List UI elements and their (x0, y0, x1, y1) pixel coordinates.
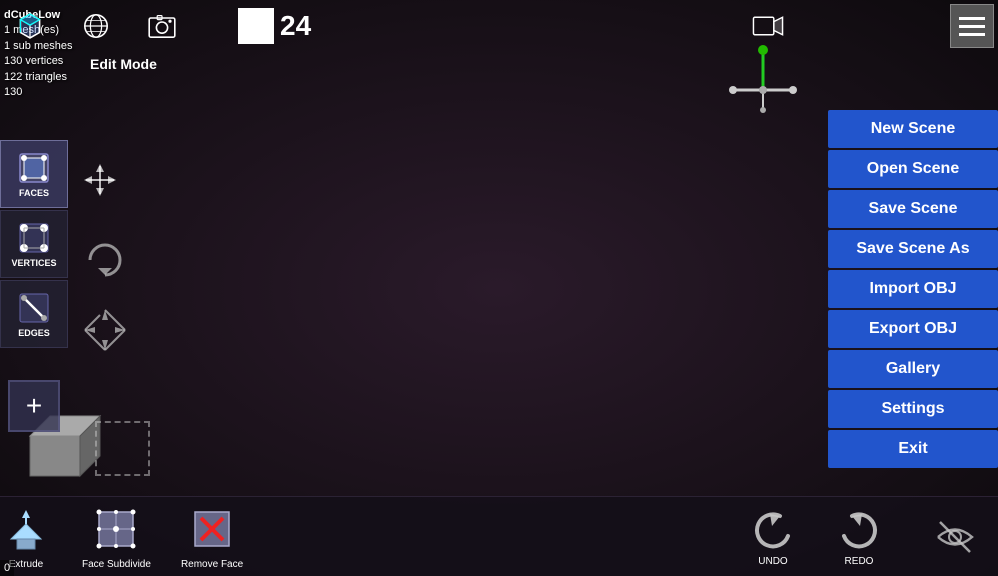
hamburger-line-1 (959, 17, 985, 20)
export-obj-button[interactable]: Export OBJ (828, 310, 998, 348)
bottom-toolbar: Extrude Face Su (0, 496, 998, 576)
vertices-tool[interactable]: VERTICES (0, 210, 68, 278)
edges-tool[interactable]: EDGES (0, 280, 68, 348)
redo-button[interactable]: REDO (836, 506, 882, 567)
frame-counter: 24 (238, 8, 311, 44)
extra-count: 130 (4, 85, 72, 100)
undo-label: UNDO (758, 556, 787, 567)
rotate-handle-button[interactable] (75, 230, 135, 290)
save-scene-as-button[interactable]: Save Scene As (828, 230, 998, 268)
save-scene-button[interactable]: Save Scene (828, 190, 998, 228)
frame-number: 24 (280, 10, 311, 42)
remove-face-icon (186, 503, 238, 555)
import-obj-button[interactable]: Import OBJ (828, 270, 998, 308)
coord-value: 0 (4, 562, 10, 574)
right-menu-panel: New Scene Open Scene Save Scene Save Sce… (828, 110, 998, 468)
visibility-toggle-button[interactable] (932, 514, 978, 560)
face-subdivide-label: Face Subdivide (82, 559, 151, 570)
settings-button[interactable]: Settings (828, 390, 998, 428)
top-toolbar: 24 (0, 0, 998, 52)
navigation-cube[interactable] (713, 45, 813, 125)
coordinate-display: 0 (0, 560, 14, 576)
faces-label: FACES (19, 188, 49, 198)
viewport[interactable]: dCubeLow 1 mesh(es) 1 sub meshes 130 ver… (0, 0, 998, 576)
edit-mode-label: Edit Mode (90, 56, 157, 72)
hamburger-menu-button[interactable] (950, 4, 994, 48)
open-scene-button[interactable]: Open Scene (828, 150, 998, 188)
undo-button[interactable]: UNDO (750, 506, 796, 567)
globe-icon-button[interactable] (76, 6, 116, 46)
edges-label: EDGES (18, 328, 50, 338)
face-subdivide-icon (90, 503, 142, 555)
hamburger-line-3 (959, 33, 985, 36)
remove-face-label: Remove Face (181, 559, 243, 570)
hamburger-line-2 (959, 25, 985, 28)
extrude-icon (0, 503, 52, 555)
add-button[interactable]: + (8, 380, 60, 432)
video-camera-icon[interactable] (748, 6, 788, 46)
redo-label: REDO (845, 556, 874, 567)
triangles-count: 122 triangles (4, 70, 72, 85)
faces-tool[interactable]: FACES (0, 140, 68, 208)
frame-box (238, 8, 274, 44)
selection-box (95, 421, 150, 476)
scale-handle-button[interactable] (75, 300, 135, 360)
gallery-button[interactable]: Gallery (828, 350, 998, 388)
new-scene-button[interactable]: New Scene (828, 110, 998, 148)
exit-button[interactable]: Exit (828, 430, 998, 468)
screenshot-icon-button[interactable] (142, 6, 182, 46)
vertices-label: VERTICES (11, 258, 56, 268)
cube-icon-button[interactable] (10, 6, 50, 46)
move-handle-button[interactable] (80, 160, 120, 200)
face-subdivide-tool[interactable]: Face Subdivide (82, 503, 151, 570)
left-tool-sidebar: FACES VERTICES (0, 140, 68, 348)
vertices-count: 130 vertices (4, 54, 72, 69)
remove-face-tool[interactable]: Remove Face (181, 503, 243, 570)
